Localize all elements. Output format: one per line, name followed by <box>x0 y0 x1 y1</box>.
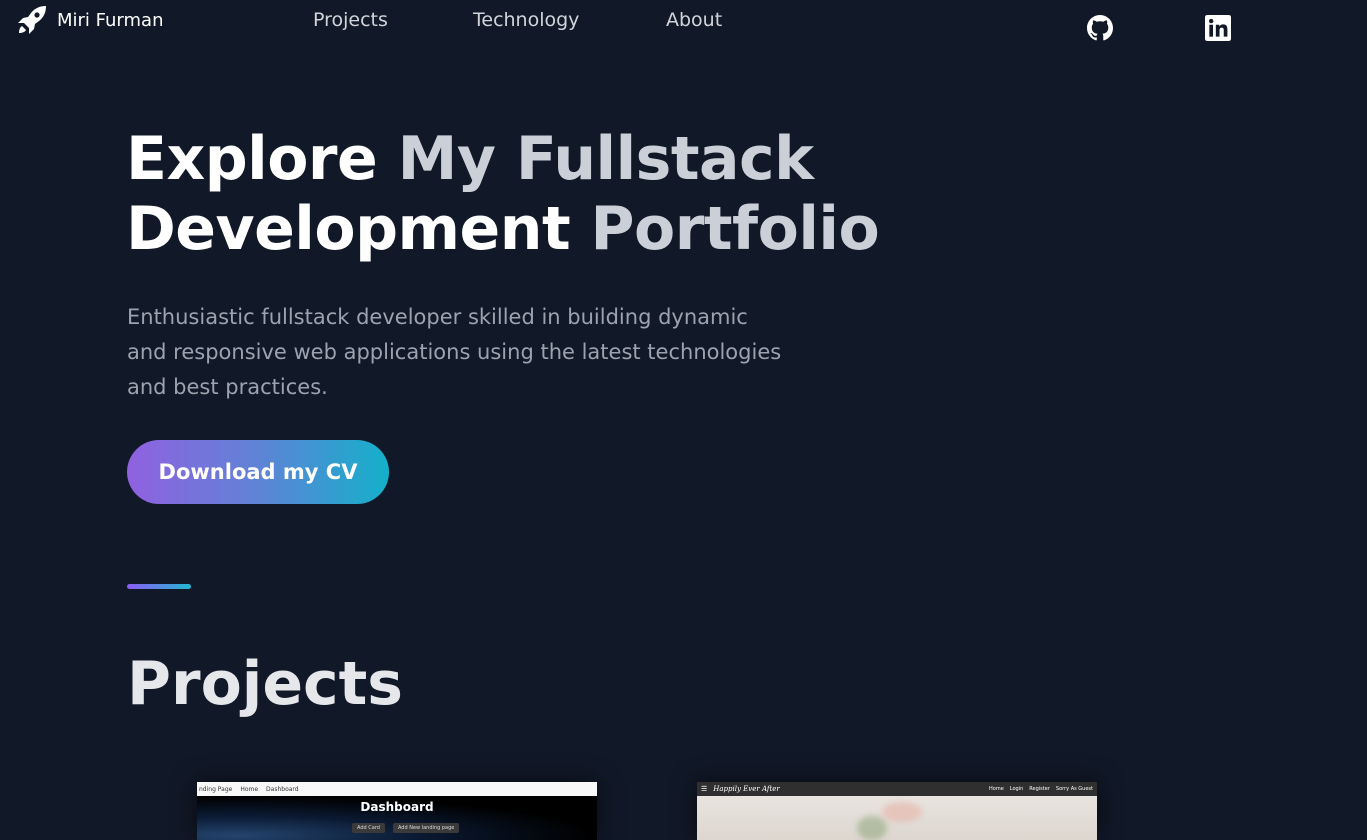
project-preview-nav-text: nding Page <box>199 785 233 793</box>
project-preview-navbar: ☰ Happily Ever After Home Login Register… <box>697 782 1097 796</box>
hero-description-line: Enthusiastic fullstack developer skilled… <box>127 305 748 329</box>
project-preview-button: Add New landing page <box>392 823 460 833</box>
rocket-icon <box>18 6 46 34</box>
hero-title-line1-a: Explore <box>126 124 398 194</box>
hero-description: Enthusiastic fullstack developer skilled… <box>127 300 887 405</box>
project-preview-nav-link: Sorry As Guest <box>1055 786 1093 792</box>
hero-title: Explore My Fullstack Development Portfol… <box>126 124 886 264</box>
project-preview-title: Dashboard <box>360 800 434 814</box>
nav-link-technology[interactable]: Technology <box>473 9 579 31</box>
linkedin-link[interactable] <box>1205 15 1231 41</box>
hero-description-line: and best practices. <box>127 375 328 399</box>
github-link[interactable] <box>1087 15 1113 41</box>
hero-title-line1-b: My Fullstack <box>397 124 814 194</box>
github-icon <box>1087 15 1113 41</box>
project-preview-image <box>697 796 1097 840</box>
project-preview-nav-link: Dashboard <box>266 785 299 793</box>
nav-link-projects[interactable]: Projects <box>313 9 388 31</box>
project-preview-nav-link: Home <box>240 785 259 793</box>
project-preview-nav-link: Register <box>1029 786 1050 792</box>
project-preview-navbar: nding Page Home Dashboard <box>197 782 597 796</box>
menu-icon: ☰ <box>701 785 708 793</box>
hero-description-line: and responsive web applications using th… <box>127 340 782 364</box>
project-card-happily-ever-after[interactable]: ☰ Happily Ever After Home Login Register… <box>697 782 1097 840</box>
project-preview-logo: Happily Ever After <box>713 785 780 793</box>
nav-link-about[interactable]: About <box>666 9 722 31</box>
project-preview-nav-link: Login <box>1009 786 1024 792</box>
top-nav: Miri Furman Projects Technology About <box>0 0 1367 48</box>
project-preview-image: Dashboard Add Card Add New landing page <box>197 796 597 840</box>
download-cv-button[interactable]: Download my CV <box>127 440 389 504</box>
projects-heading: Projects <box>127 649 404 719</box>
section-divider <box>127 584 191 589</box>
project-preview-button: Add Card <box>352 823 385 833</box>
project-card-dashboard[interactable]: nding Page Home Dashboard Dashboard Add … <box>197 782 597 840</box>
hero-title-line2-b: Portfolio <box>590 194 880 264</box>
linkedin-icon <box>1205 15 1231 41</box>
project-preview-nav-link: Home <box>989 786 1004 792</box>
brand-link[interactable]: Miri Furman <box>16 4 164 36</box>
hero-title-line2-a: Development <box>126 194 591 264</box>
brand-name: Miri Furman <box>57 9 164 31</box>
